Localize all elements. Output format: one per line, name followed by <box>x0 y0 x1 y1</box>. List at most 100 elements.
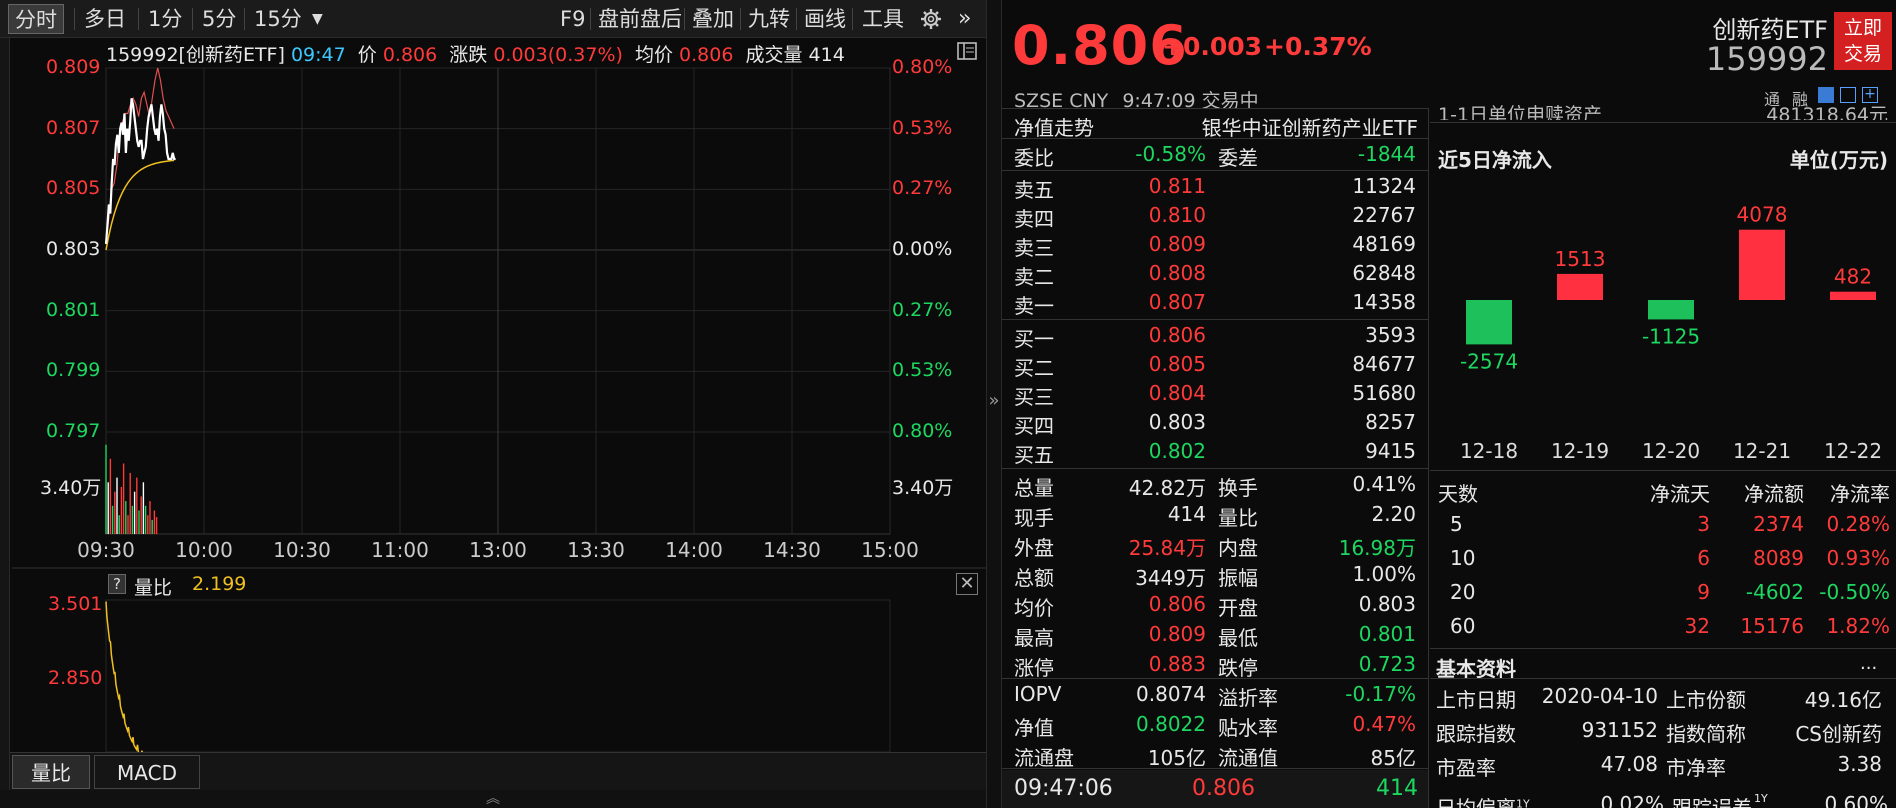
stat-value: 0.806 <box>1148 592 1206 616</box>
deviation-sup: 1Y <box>1516 797 1530 808</box>
stat-label: 跌停 <box>1218 656 1258 680</box>
stat-label: 换手 <box>1218 476 1258 500</box>
stat-label: 溢折率 <box>1218 686 1278 710</box>
ask-price: 0.809 <box>1148 232 1206 256</box>
ask-volume: 22767 <box>1352 203 1416 227</box>
flow-table-amount: 8089 <box>1753 546 1804 570</box>
stat-value: 2.20 <box>1371 502 1416 526</box>
flow-table-inflow-days: 32 <box>1684 614 1710 638</box>
collapse-arrow-icon[interactable]: » <box>987 390 1001 411</box>
basic-value: CS创新药 <box>1795 722 1882 746</box>
panel-divider[interactable]: » <box>986 0 1002 808</box>
stat-value: 85亿 <box>1370 746 1416 770</box>
stat-label: 贴水率 <box>1218 716 1278 740</box>
sub-axis-label-1: 3.501 <box>48 593 103 615</box>
last-trade-row: 09:47:06 0.806 414 <box>1002 770 1428 808</box>
deviation-value: 0.02% <box>1600 792 1664 808</box>
volume-ratio-value: 2.199 <box>192 573 247 595</box>
stat-label: 总量 <box>1014 476 1054 500</box>
stat-label: 流通盘 <box>1014 746 1074 770</box>
stat-value: 0.47% <box>1352 712 1416 736</box>
last-trade-price: 0.806 <box>1192 776 1255 801</box>
more-icon[interactable]: ... <box>1860 653 1877 674</box>
subscription-value: 481318.64元 <box>1766 104 1888 120</box>
ask-price: 0.811 <box>1148 174 1206 198</box>
weicha-value: -1844 <box>1357 142 1416 166</box>
flow-table-days: 5 <box>1450 512 1463 536</box>
flow-table-rate: -0.50% <box>1819 580 1890 604</box>
ask-label: 卖一 <box>1014 294 1054 318</box>
pct-axis-label: 0.80% <box>892 56 953 78</box>
stat-value: 0.723 <box>1358 652 1416 676</box>
sub-axis-label-2: 2.850 <box>48 667 103 689</box>
time-axis-label: 10:00 <box>175 538 233 562</box>
time-axis-label: 15:00 <box>861 538 919 562</box>
basic-value: 47.08 <box>1600 752 1658 776</box>
basic-label: 上市日期 <box>1436 688 1516 712</box>
pct-axis-label: 0.00% <box>892 238 953 260</box>
price-axis-label: 0.805 <box>46 177 101 200</box>
price-chart-svg[interactable] <box>0 0 986 808</box>
stat-value: 0.803 <box>1358 592 1416 616</box>
stat-value: 414 <box>1167 502 1206 526</box>
volume-axis-label-right: 3.40万 <box>892 477 954 499</box>
bid-volume: 51680 <box>1352 381 1416 405</box>
stat-label: 总额 <box>1014 566 1054 590</box>
weibi-value: -0.58% <box>1135 142 1206 166</box>
stat-label: 最高 <box>1014 626 1054 650</box>
nav-trend-link[interactable]: 净值走势 <box>1014 112 1094 141</box>
flow-table-inflow-days: 3 <box>1697 512 1710 536</box>
tab-volume-ratio[interactable]: 量比 <box>12 755 90 789</box>
basic-value: 3.38 <box>1837 752 1882 776</box>
collapse-handle[interactable]: ︽ <box>0 790 986 808</box>
bid-label: 买四 <box>1014 414 1054 438</box>
tab-macd[interactable]: MACD <box>94 755 200 789</box>
ask-label: 卖四 <box>1014 207 1054 231</box>
stat-value: 0.809 <box>1148 622 1206 646</box>
tracking-error-label: 跟踪误差 <box>1672 796 1752 808</box>
bid-label: 买二 <box>1014 356 1054 380</box>
net-inflow-bar-chart: -2574 12-18 1513 12-19 -1125 12-20 4078 12-21 48… <box>1460 203 1882 463</box>
stat-value: -0.17% <box>1345 682 1416 706</box>
last-trade-time: 09:47:06 <box>1014 776 1113 801</box>
bid-price: 0.805 <box>1148 352 1206 376</box>
pct-axis-label: 0.53% <box>892 359 953 382</box>
bid-volume: 84677 <box>1352 352 1416 376</box>
flow-table-inflow-days: 9 <box>1697 580 1710 604</box>
basic-label: 上市份额 <box>1666 688 1746 712</box>
last-trade-volume: 414 <box>1376 776 1418 801</box>
stat-label: 外盘 <box>1014 536 1054 560</box>
price-axis-label: 0.801 <box>46 298 101 321</box>
stat-label: 振幅 <box>1218 566 1258 590</box>
volume-ratio-label: 量比 <box>134 577 173 599</box>
stat-value: 0.801 <box>1358 622 1416 646</box>
price-change: +0.003 <box>1162 32 1263 61</box>
bid-price: 0.804 <box>1148 381 1206 405</box>
close-icon[interactable]: ✕ <box>956 573 978 595</box>
flow-table-inflow-days: 6 <box>1697 546 1710 570</box>
ask-label: 卖三 <box>1014 236 1054 260</box>
order-book: 净值走势 银华中证创新药产业ETF 委比 -0.58% 委差 -1844 卖五 0… <box>1002 108 1428 808</box>
buy-now-button[interactable]: 立即 交易 <box>1834 12 1892 70</box>
help-icon[interactable]: ? <box>108 574 126 594</box>
volume-axis-label-left: 3.40万 <box>40 477 102 499</box>
tracking-error-sup: 1Y <box>1754 792 1768 805</box>
ask-volume: 14358 <box>1352 290 1416 314</box>
stat-label: 内盘 <box>1218 536 1258 560</box>
pct-axis-label: 0.27% <box>892 177 953 200</box>
basic-label: 市盈率 <box>1436 756 1496 780</box>
ask-price: 0.810 <box>1148 203 1206 227</box>
flow-table-header: 天数 <box>1438 482 1478 506</box>
price-axis-label: 0.797 <box>46 420 101 442</box>
stat-label: 开盘 <box>1218 596 1258 620</box>
time-axis-label: 10:30 <box>273 538 331 562</box>
flow-table-rate: 0.93% <box>1826 546 1890 570</box>
ask-volume: 48169 <box>1352 232 1416 256</box>
price-axis-label: 0.803 <box>46 238 101 260</box>
deviation-label: 日均偏离 <box>1436 796 1516 808</box>
quote-panel: 0.806 +0.003 +0.37% 创新药ETF 159992 立即 交易 S… <box>1002 0 1896 808</box>
inflow-value-label: -1125 <box>1642 324 1700 348</box>
inflow-bar <box>1466 300 1512 345</box>
pct-axis-label: 0.27% <box>892 298 953 321</box>
tracking-error-value: 0.60% <box>1824 792 1888 808</box>
